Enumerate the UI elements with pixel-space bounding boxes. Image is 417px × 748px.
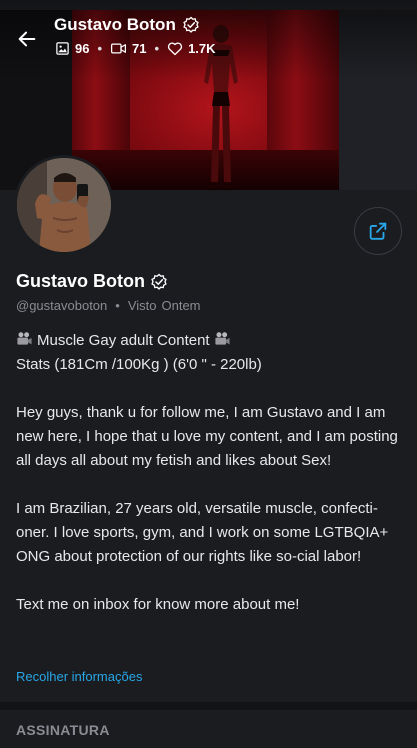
stat-separator: • xyxy=(97,41,103,56)
top-bar: Gustavo Boton 96 • 71 • 1.7K xyxy=(0,0,417,70)
verified-icon xyxy=(151,273,167,290)
videos-stat: 71 xyxy=(110,41,147,56)
back-arrow-icon xyxy=(18,31,36,47)
photos-count: 96 xyxy=(75,41,90,56)
bio-line-1: Muscle Gay adult Content xyxy=(16,329,404,353)
bio-spacer xyxy=(16,377,404,401)
bio-spacer xyxy=(16,473,404,497)
avatar-figure xyxy=(17,158,111,252)
last-seen-value: Ontem xyxy=(161,298,201,313)
section-divider xyxy=(0,702,417,710)
bio-paragraph-1: Hey guys, thank u for follow me, I am Gu… xyxy=(16,404,398,469)
image-icon xyxy=(56,42,69,55)
likes-stat: 1.7K xyxy=(167,41,216,56)
bio-paragraph-2: I am Brazilian, 27 years old, versatile … xyxy=(16,500,389,565)
bio-paragraph-3: Text me on inbox for know more about me! xyxy=(16,596,300,613)
profile-bio: Muscle Gay adult Content Stats (181Cm /1… xyxy=(16,329,404,617)
photos-stat: 96 xyxy=(55,41,89,56)
profile-name: Gustavo Boton xyxy=(16,271,145,291)
profile-meta: @gustavoboton • Visto Ontem xyxy=(16,298,201,313)
title-row: Gustavo Boton xyxy=(54,15,200,35)
bio-headline: Muscle Gay adult Content xyxy=(37,332,210,349)
likes-count: 1.7K xyxy=(188,41,216,56)
share-button[interactable] xyxy=(354,207,402,255)
avatar[interactable] xyxy=(14,155,114,255)
last-seen-label: Visto xyxy=(127,298,157,313)
bio-stats: Stats (181Cm /100Kg ) (6'0 " - 220lb) xyxy=(16,356,262,373)
movie-camera-icon xyxy=(17,332,32,345)
subscription-section-title: ASSINATURA xyxy=(16,722,110,738)
avatar-photo xyxy=(17,158,111,252)
videos-count: 71 xyxy=(132,41,147,56)
profile-handle: @gustavoboton xyxy=(16,298,108,313)
video-icon xyxy=(111,43,127,54)
collapse-info-link[interactable]: Recolher informações xyxy=(16,669,142,684)
header-stats: 96 • 71 • 1.7K xyxy=(55,41,216,56)
header-title: Gustavo Boton xyxy=(54,15,176,34)
verified-icon xyxy=(183,16,199,33)
stat-separator: • xyxy=(154,41,160,56)
bio-spacer xyxy=(16,569,404,593)
share-icon xyxy=(369,222,387,240)
movie-camera-icon xyxy=(215,332,230,345)
heart-icon xyxy=(167,42,183,56)
back-button[interactable] xyxy=(12,24,42,54)
profile-name-row: Gustavo Boton xyxy=(16,271,168,292)
meta-separator: • xyxy=(115,298,120,313)
